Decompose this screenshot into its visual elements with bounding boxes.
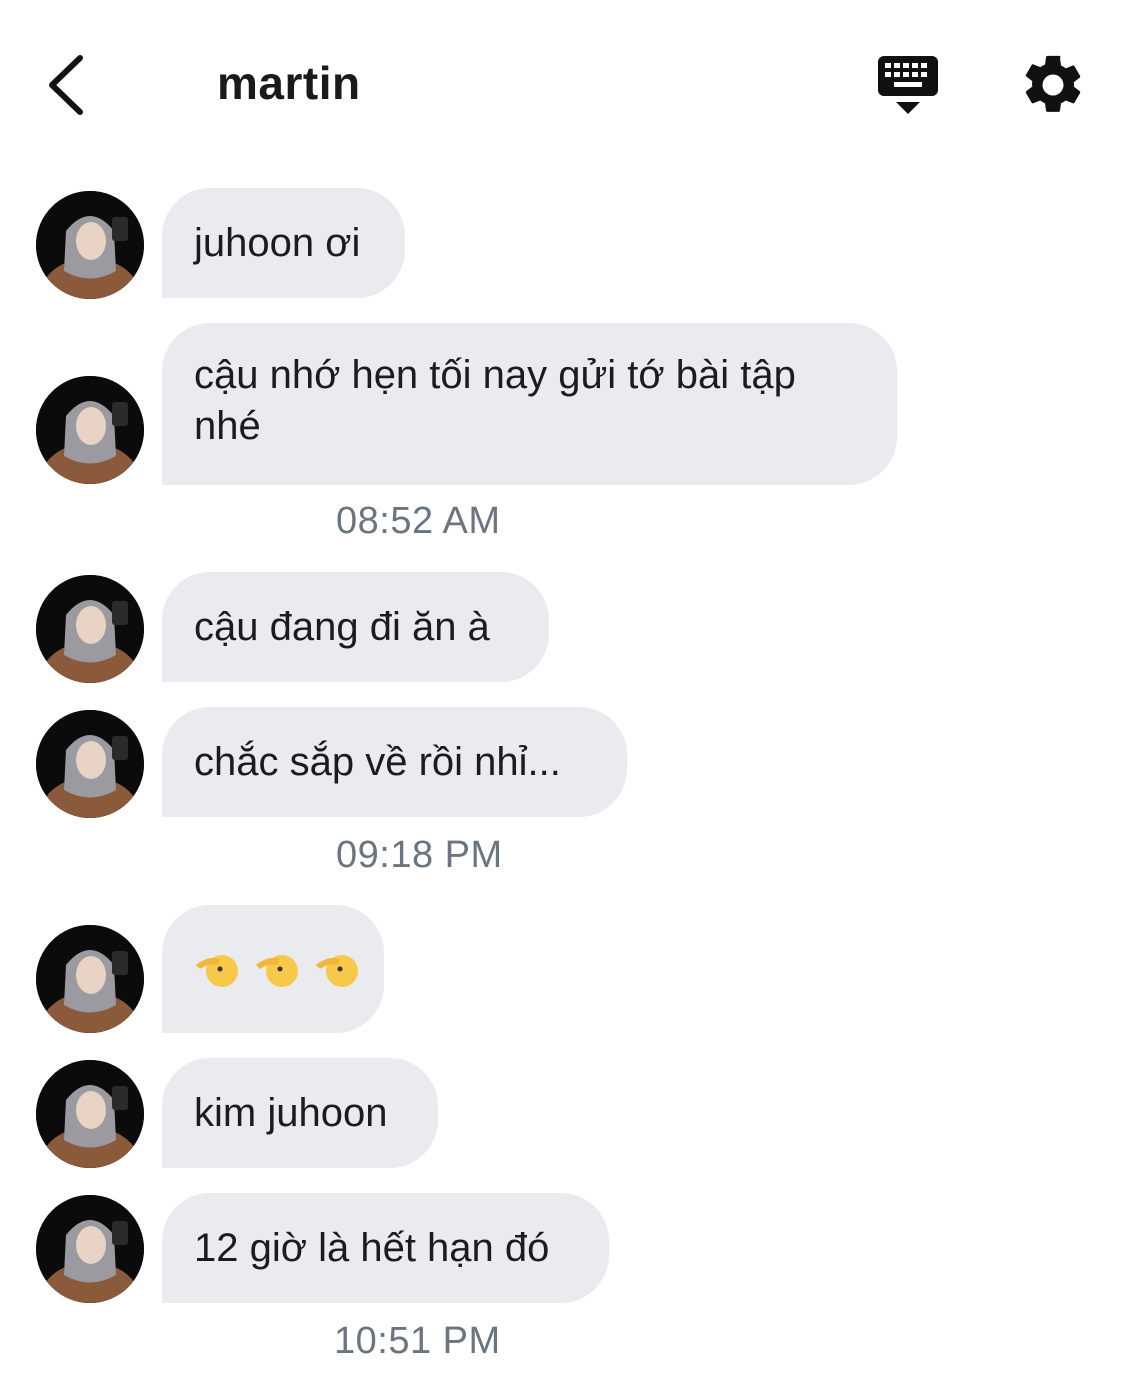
message-timestamp: 10:51 PM (334, 1320, 501, 1362)
message-bubble[interactable]: chắc sắp về rồi nhỉ... (162, 707, 627, 817)
avatar[interactable] (36, 191, 144, 299)
keyboard-toggle-button[interactable] (872, 52, 946, 122)
contact-photo (36, 376, 144, 484)
avatar[interactable] (36, 376, 144, 484)
message-timestamp: 08:52 AM (336, 500, 501, 542)
message-text: cậu đang đi ăn à (194, 604, 490, 649)
chat-title: martin (217, 57, 361, 109)
avatar[interactable] (36, 925, 144, 1033)
contact-photo (36, 575, 144, 683)
avatar[interactable] (36, 575, 144, 683)
message-text: chắc sắp về rồi nhỉ... (194, 739, 561, 784)
saluting-face-icon (256, 955, 298, 987)
message-bubble[interactable]: kim juhoon (162, 1058, 438, 1168)
chevron-left-icon (49, 55, 83, 115)
message-bubble[interactable] (162, 905, 384, 1033)
contact-photo (36, 925, 144, 1033)
avatar[interactable] (36, 1195, 144, 1303)
message-bubble[interactable]: 12 giờ là hết hạn đó (162, 1193, 609, 1303)
gear-icon (1025, 55, 1081, 112)
avatar[interactable] (36, 1060, 144, 1168)
back-button[interactable] (40, 50, 100, 120)
message-text: cậu nhớ hẹn tối nay gửi tớ bài tập nhé (194, 353, 796, 448)
settings-button[interactable] (1018, 50, 1088, 120)
saluting-face-icon (316, 955, 358, 987)
message-bubble[interactable]: juhoon ơi (162, 188, 405, 298)
message-text: juhoon ơi (194, 220, 361, 265)
message-bubble[interactable]: cậu đang đi ăn à (162, 572, 549, 682)
message-text: kim juhoon (194, 1090, 388, 1135)
contact-photo (36, 710, 144, 818)
saluting-face-icon (196, 955, 238, 987)
message-text: 12 giờ là hết hạn đó (194, 1225, 550, 1270)
message-timestamp: 09:18 PM (336, 834, 503, 876)
contact-photo (36, 1060, 144, 1168)
avatar[interactable] (36, 710, 144, 818)
keyboard-dismiss-icon (878, 56, 938, 114)
message-bubble[interactable]: cậu nhớ hẹn tối nay gửi tớ bài tập nhé (162, 323, 897, 485)
contact-photo (36, 191, 144, 299)
emoji-row (194, 947, 358, 991)
chat-header: martin (0, 0, 1125, 160)
contact-photo (36, 1195, 144, 1303)
